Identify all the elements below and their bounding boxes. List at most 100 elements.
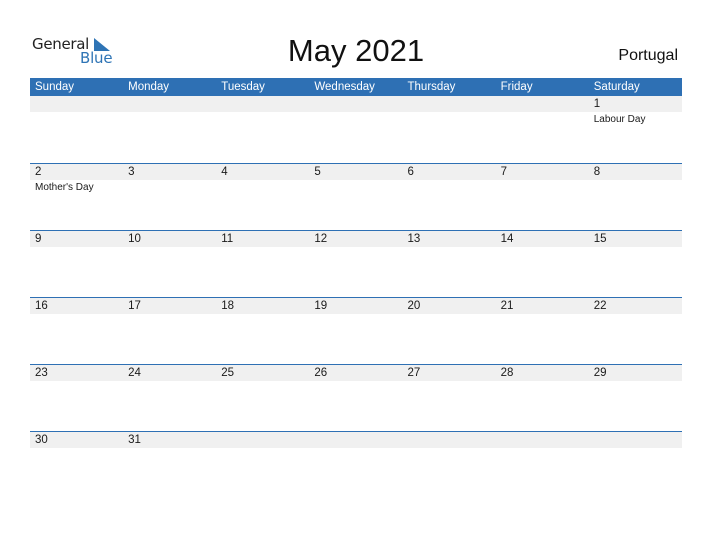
day-cell: 21 [496, 298, 589, 314]
day-cell [403, 432, 496, 448]
day-cell [403, 96, 496, 127]
day-cell [496, 96, 589, 127]
day-cell: 27 [403, 365, 496, 381]
day-cell: 29 [589, 365, 682, 381]
day-number [501, 432, 589, 448]
week-cells: 9 10 11 12 13 14 15 [30, 231, 682, 247]
day-number [128, 96, 216, 112]
day-cell [123, 96, 216, 127]
day-number: 10 [128, 233, 141, 245]
day-cell: 31 [123, 432, 216, 448]
day-cell: 7 [496, 164, 589, 195]
day-cell [309, 96, 402, 127]
day-number: 28 [500, 367, 514, 379]
week-row: 1 Labour Day [30, 96, 682, 163]
day-cell: 4 [216, 164, 309, 195]
day-number: 6 [407, 166, 414, 178]
day-number: 24 [128, 367, 141, 379]
weekday-saturday: Saturday [593, 81, 640, 93]
day-number [408, 96, 496, 112]
day-number: 9 [35, 233, 42, 245]
day-number: 22 [593, 300, 607, 312]
day-cell: 24 [123, 365, 216, 381]
calendar-grid: Sunday Monday Tuesday Wednesday Thursday… [30, 78, 682, 498]
day-cell [216, 432, 309, 448]
week-row: 23 24 25 26 27 28 29 [30, 364, 682, 431]
day-number: 16 [35, 300, 48, 312]
day-cell: 16 [30, 298, 123, 314]
weekday-tuesday: Tuesday [221, 81, 265, 93]
day-cell: 5 [309, 164, 402, 195]
day-number: 29 [593, 367, 607, 379]
day-cell: 10 [123, 231, 216, 247]
day-cell: 20 [403, 298, 496, 314]
day-cell: 8 [589, 164, 682, 195]
day-cell: 19 [309, 298, 402, 314]
day-cell: 26 [309, 365, 402, 381]
week-cells: 23 24 25 26 27 28 29 [30, 365, 682, 381]
day-cell: 12 [309, 231, 402, 247]
day-cell: 18 [216, 298, 309, 314]
day-number: 25 [221, 367, 235, 379]
day-number: 31 [128, 434, 141, 446]
day-cell: 25 [216, 365, 309, 381]
weekday-friday: Friday [500, 81, 533, 93]
day-number: 21 [500, 300, 514, 312]
day-number: 23 [35, 367, 48, 379]
day-cell: 2 Mother's Day [30, 164, 123, 195]
day-cell: 23 [30, 365, 123, 381]
week-cells: 2 Mother's Day 3 4 5 6 7 8 [30, 164, 682, 195]
day-number [314, 432, 402, 448]
week-row: 9 10 11 12 13 14 15 [30, 230, 682, 297]
day-number: 27 [407, 367, 421, 379]
week-row: 2 Mother's Day 3 4 5 6 7 8 [30, 163, 682, 230]
calendar-title: May 2021 [287, 33, 425, 68]
day-number: 8 [593, 166, 601, 178]
day-cell: 15 [589, 231, 682, 247]
day-number: 12 [314, 233, 328, 245]
day-number [408, 432, 496, 448]
day-cell: 14 [496, 231, 589, 247]
day-number: 5 [314, 166, 321, 178]
day-number: 17 [128, 300, 141, 312]
day-number: 14 [500, 233, 514, 245]
day-cell: 11 [216, 231, 309, 247]
day-cell: 3 [123, 164, 216, 195]
day-number: 26 [314, 367, 328, 379]
day-cell [309, 432, 402, 448]
day-number: 30 [35, 434, 48, 446]
weekday-wednesday: Wednesday [314, 81, 375, 93]
week-cells: 30 31 [30, 432, 682, 448]
country-label: Portugal [618, 47, 678, 64]
week-row: 16 17 18 19 20 21 22 [30, 297, 682, 364]
weekday-sunday: Sunday [35, 81, 75, 93]
weekday-header: Sunday Monday Tuesday Wednesday Thursday… [30, 78, 682, 96]
day-number: 15 [593, 233, 607, 245]
holiday-label: Mother's Day [35, 182, 94, 193]
day-cell: 30 [30, 432, 123, 448]
day-number [221, 432, 309, 448]
day-number [221, 96, 309, 112]
day-cell: 1 Labour Day [589, 96, 682, 127]
day-number: 19 [314, 300, 328, 312]
week-cells: 1 Labour Day [30, 96, 682, 127]
day-cell: 22 [589, 298, 682, 314]
day-number [501, 96, 589, 112]
day-cell [589, 432, 682, 448]
day-number: 4 [221, 166, 228, 178]
day-number: 1 [593, 98, 601, 110]
weekday-monday: Monday [128, 81, 170, 93]
day-number: 13 [407, 233, 421, 245]
weeks-container: 1 Labour Day 2 Mother's Day 3 4 5 6 7 8 9 10 11 12 13 1… [30, 96, 682, 498]
day-cell: 13 [403, 231, 496, 247]
day-number [35, 96, 123, 112]
day-number: 7 [500, 166, 508, 178]
day-cell: 9 [30, 231, 123, 247]
holiday-label: Labour Day [593, 114, 646, 125]
day-number: 11 [221, 233, 234, 245]
day-cell [30, 96, 123, 127]
day-number [594, 432, 682, 448]
day-number: 3 [128, 166, 135, 178]
weekday-thursday: Thursday [407, 81, 456, 93]
week-cells: 16 17 18 19 20 21 22 [30, 298, 682, 314]
